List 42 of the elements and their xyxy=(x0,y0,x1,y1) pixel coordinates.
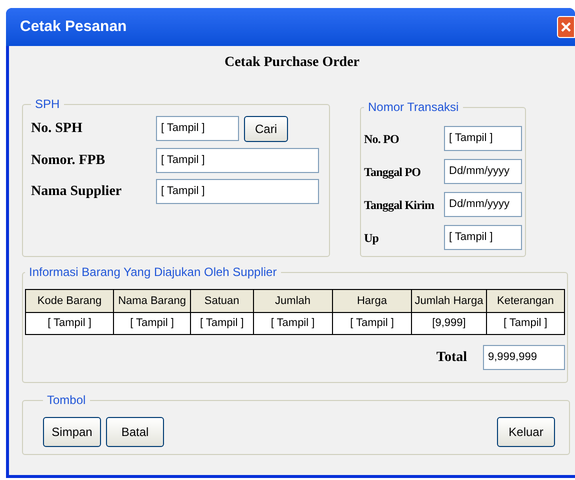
total-label: Total xyxy=(436,349,467,367)
table-cell: [ Tampil ] xyxy=(332,312,412,334)
field-label: No. SPH xyxy=(31,120,84,138)
action-button[interactable]: Simpan xyxy=(43,417,101,447)
table-cell: [ Tampil ] xyxy=(486,312,564,334)
group-legend: Tombol xyxy=(43,391,90,409)
column-header: Jumlah Harga xyxy=(412,290,486,312)
group-legend: SPH xyxy=(31,95,64,113)
text-field[interactable]: Dd/mm/yyyy xyxy=(444,159,522,184)
text-field[interactable]: [ Tampil ] xyxy=(156,179,319,204)
total-field[interactable]: 9,999,999 xyxy=(483,345,565,370)
field-label: Tanggal Kirim xyxy=(364,196,436,214)
table-cell: [ Tampil ] xyxy=(26,312,114,334)
field-label: Tanggal PO xyxy=(364,164,422,180)
text-field[interactable]: [ Tampil ] xyxy=(444,126,522,151)
close-icon xyxy=(561,22,571,32)
close-button[interactable] xyxy=(557,16,575,38)
field-label: No. PO xyxy=(364,130,400,148)
search-button[interactable]: Cari xyxy=(244,116,288,142)
field-label: Nomor. FPB xyxy=(31,152,106,170)
form-heading: Cetak Purchase Order xyxy=(224,54,360,72)
column-header: Harga xyxy=(332,290,412,312)
table-cell: [9,999] xyxy=(412,312,486,334)
table-cell: [ Tampil ] xyxy=(114,312,190,334)
field-label: Nama Supplier xyxy=(31,183,123,201)
group-legend: Informasi Barang Yang Diajukan Oleh Supplier xyxy=(25,263,281,281)
column-header: Satuan xyxy=(190,290,254,312)
text-field[interactable]: [ Tampil ] xyxy=(444,225,522,250)
table-cell: [ Tampil ] xyxy=(253,312,332,334)
column-header: Kode Barang xyxy=(26,290,114,312)
field-label: Up xyxy=(364,230,380,246)
text-field[interactable]: Dd/mm/yyyy xyxy=(444,192,522,217)
window-title: Cetak Pesanan xyxy=(20,16,127,37)
column-header: Keterangan xyxy=(486,290,564,312)
text-field[interactable]: [ Tampil ] xyxy=(156,116,239,141)
action-button[interactable]: Keluar xyxy=(497,417,555,447)
column-header: Nama Barang xyxy=(114,290,190,312)
text-field[interactable]: [ Tampil ] xyxy=(156,148,319,173)
column-header: Jumlah xyxy=(253,290,332,312)
group-legend: Nomor Transaksi xyxy=(364,98,463,116)
action-button[interactable]: Batal xyxy=(106,417,164,447)
table-cell: [ Tampil ] xyxy=(190,312,254,334)
